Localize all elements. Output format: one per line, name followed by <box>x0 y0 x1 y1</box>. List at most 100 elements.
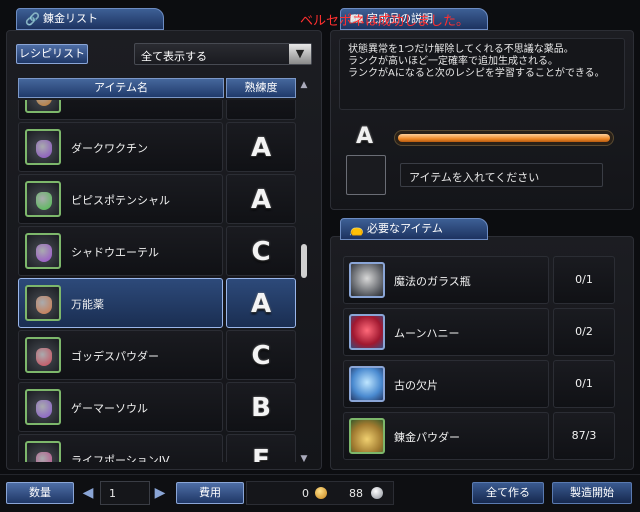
potion-shape <box>36 452 52 462</box>
description-line: ランクが高いほど一定確率で追加生成される。 <box>348 56 558 67</box>
quantity-label: 数量 <box>6 482 74 504</box>
recipe-rank-cell[interactable]: A <box>226 278 296 328</box>
cost-label: 費用 <box>176 482 244 504</box>
recipe-row[interactable]: シャドウエーテル C <box>16 226 296 276</box>
chevron-down-icon[interactable]: ▼ <box>289 44 311 64</box>
recipe-row[interactable]: 万能薬 A <box>16 278 296 328</box>
required-items-header: 👝 必要なアイテム <box>340 218 488 240</box>
column-mastery[interactable]: 熟練度 <box>226 78 296 98</box>
recipe-rank-cell[interactable]: B <box>226 382 296 432</box>
crystal-icon <box>349 366 385 402</box>
column-item-name[interactable]: アイテム名 <box>18 78 224 98</box>
recipe-rank-cell[interactable]: E <box>226 434 296 462</box>
recipe-row[interactable]: ダークワクチン A <box>16 122 296 172</box>
recipe-name-cell[interactable]: ピピスポテンシャル <box>18 174 223 224</box>
insert-item-field: アイテムを入れてください <box>400 163 603 187</box>
recipe-rank-cell[interactable]: C <box>226 226 296 276</box>
recipe-name: 万能薬 <box>71 298 104 311</box>
recipe-name-cell[interactable] <box>18 100 223 120</box>
item-slot[interactable] <box>346 155 386 195</box>
recipe-rank-cell[interactable]: C <box>226 330 296 380</box>
recipe-row[interactable] <box>16 100 296 120</box>
potion-shape <box>36 296 52 314</box>
required-item-name: 魔法のガラス瓶 <box>394 275 471 288</box>
required-item-name-cell[interactable]: 魔法のガラス瓶 <box>343 256 549 304</box>
required-item-name-cell[interactable]: 錬金パウダー <box>343 412 549 460</box>
required-item-row[interactable]: 魔法のガラス瓶 0/1 <box>343 256 615 304</box>
filter-select-value: 全て表示する <box>141 50 207 63</box>
potion-icon <box>25 129 61 165</box>
scroll-thumb[interactable] <box>301 244 307 278</box>
recipe-rank-cell[interactable] <box>226 100 296 120</box>
required-item-qty: 0/2 <box>553 308 615 356</box>
current-rank: A <box>356 124 374 149</box>
description-line: ランクがAになると次のレシピを学習することができる。 <box>348 68 605 79</box>
potion-shape <box>36 244 52 262</box>
recipe-name: ダークワクチン <box>71 142 148 155</box>
recipe-rank: A <box>250 185 272 215</box>
potion-icon <box>25 233 61 269</box>
recipe-row[interactable]: ライフポーションIV E <box>16 434 296 462</box>
recipe-name: シャドウエーテル <box>71 246 159 259</box>
recipe-name-cell[interactable]: ゲーマーソウル <box>18 382 223 432</box>
required-item-row[interactable]: 古の欠片 0/1 <box>343 360 615 408</box>
required-item-name: 錬金パウダー <box>394 431 460 444</box>
recipe-name-cell[interactable]: ゴッデスパウダー <box>18 330 223 380</box>
glass-bottle-icon <box>349 262 385 298</box>
recipe-name-cell[interactable]: 万能薬 <box>18 278 223 328</box>
scroll-up-arrow-icon[interactable]: ▲ <box>299 80 309 90</box>
description-box: 状態異常を1つだけ解除してくれる不思議な薬品。 ランクが高いほど一定確率で追加生… <box>339 38 625 110</box>
mastery-progress-fill <box>398 134 610 142</box>
required-item-name: ムーンハニー <box>394 327 460 340</box>
potion-shape <box>36 100 52 106</box>
recipe-rank: A <box>250 289 272 319</box>
make-all-button[interactable]: 全て作る <box>472 482 544 504</box>
required-item-name-cell[interactable]: ムーンハニー <box>343 308 549 356</box>
potion-shape <box>36 192 52 210</box>
required-item-name-cell[interactable]: 古の欠片 <box>343 360 549 408</box>
quantity-decrease-button[interactable]: ◀ <box>82 482 94 504</box>
filter-select[interactable]: 全て表示する ▼ <box>134 43 312 65</box>
recipe-name: ゴッデスパウダー <box>71 350 159 363</box>
start-crafting-button[interactable]: 製造開始 <box>552 482 632 504</box>
recipe-name: ライフポーションIV <box>71 454 170 462</box>
recipe-row[interactable]: ゲーマーソウル B <box>16 382 296 432</box>
recipe-rank-cell[interactable]: A <box>226 174 296 224</box>
description-line: 状態異常を1つだけ解除してくれる不思議な薬品。 <box>348 44 574 55</box>
recipe-rank: C <box>251 341 271 371</box>
recipe-name-cell[interactable]: ダークワクチン <box>18 122 223 172</box>
quantity-increase-button[interactable]: ▶ <box>154 482 166 504</box>
list-scrollbar[interactable]: ▲ ▼ <box>299 80 309 464</box>
potion-icon <box>25 100 61 113</box>
recipe-row[interactable]: ピピスポテンシャル A <box>16 174 296 224</box>
gold-coin-icon <box>315 487 327 499</box>
required-item-name: 古の欠片 <box>394 379 438 392</box>
flask-icon: 🔗 <box>25 12 40 26</box>
recipe-list-button[interactable]: レシピリスト <box>16 44 88 64</box>
recipe-rank: A <box>250 133 272 163</box>
scroll-down-arrow-icon[interactable]: ▼ <box>299 454 309 464</box>
required-item-row[interactable]: ムーンハニー 0/2 <box>343 308 615 356</box>
recipe-name: ゲーマーソウル <box>71 402 148 415</box>
required-item-row[interactable]: 錬金パウダー 87/3 <box>343 412 615 460</box>
potion-shape <box>36 400 52 418</box>
recipe-rank-cell[interactable]: A <box>226 122 296 172</box>
required-item-qty: 0/1 <box>553 256 615 304</box>
potion-icon <box>25 337 61 373</box>
potion-icon <box>25 389 61 425</box>
powder-icon <box>349 418 385 454</box>
potion-icon <box>25 181 61 217</box>
required-item-qty: 0/1 <box>553 360 615 408</box>
gold-amount: 0 <box>302 487 309 500</box>
recipe-name-cell[interactable]: シャドウエーテル <box>18 226 223 276</box>
required-item-qty: 87/3 <box>553 412 615 460</box>
recipe-rank: B <box>251 393 271 423</box>
recipe-name-cell[interactable]: ライフポーションIV <box>18 434 223 462</box>
required-items-title: 必要なアイテム <box>367 222 443 235</box>
quantity-input[interactable]: 1 <box>100 481 150 505</box>
potion-shape <box>36 140 52 158</box>
potion-icon <box>25 441 61 462</box>
recipe-row[interactable]: ゴッデスパウダー C <box>16 330 296 380</box>
recipe-list-header: 🔗 錬金リスト <box>16 8 164 30</box>
recipe-list: ダークワクチン A ピピスポテンシャル A シャドウエーテル C 万能薬 A ゴッデスパウダー C… <box>16 100 298 462</box>
